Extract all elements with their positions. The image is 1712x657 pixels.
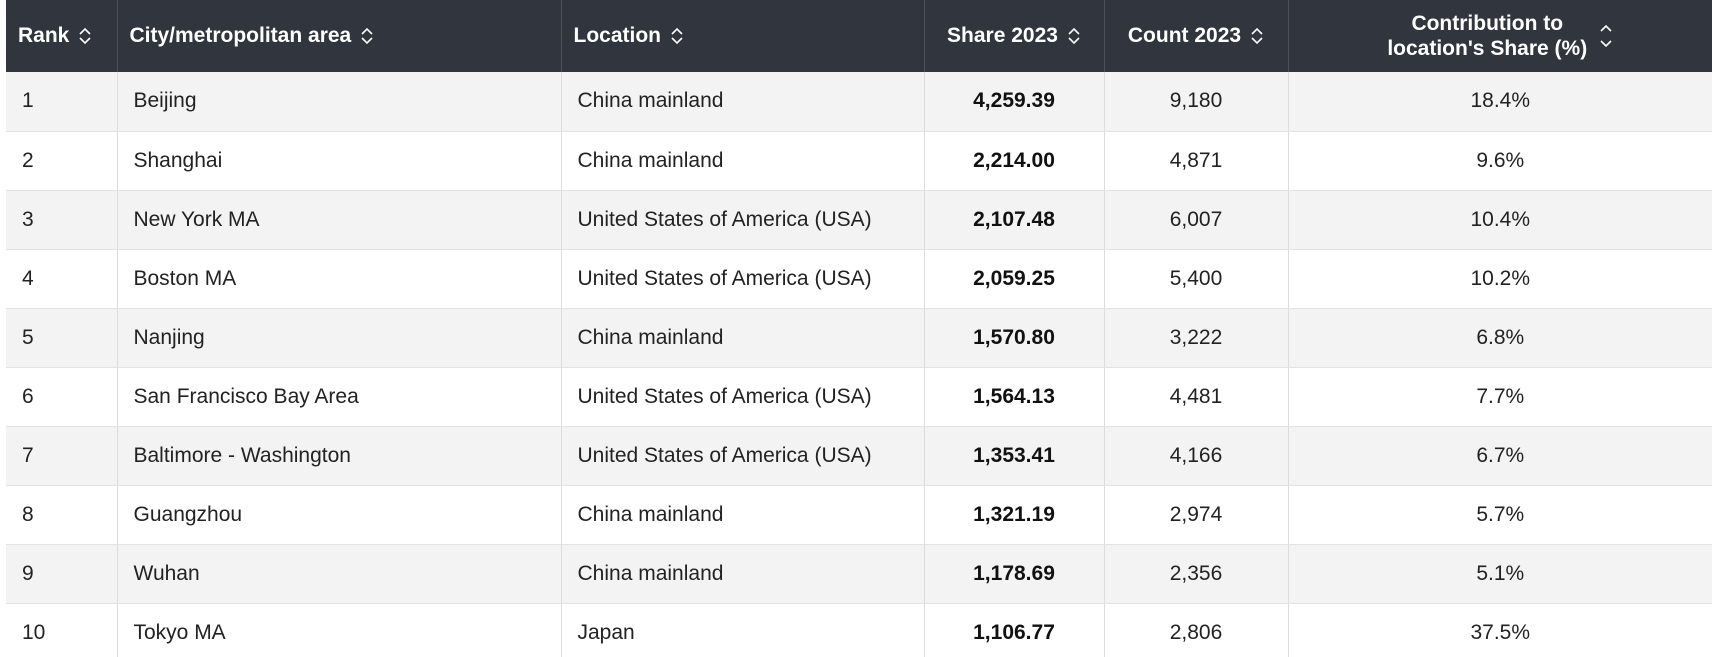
header-rank[interactable]: Rank [6, 0, 118, 72]
cell-count: 4,481 [1104, 367, 1289, 427]
cell-contribution: 10.2% [1288, 249, 1712, 309]
cell-contribution: 6.8% [1288, 308, 1712, 368]
cell-share: 4,259.39 [924, 72, 1105, 132]
cell-contribution: 7.7% [1288, 367, 1712, 427]
cell-city: Boston MA [117, 249, 562, 309]
sort-up-down-split-icon[interactable] [1599, 24, 1613, 48]
table-row: 5 Nanjing China mainland 1,570.80 3,222 … [6, 308, 1712, 368]
header-city-label: City/metropolitan area [129, 24, 352, 47]
table-body: 1 Beijing China mainland 4,259.39 9,180 … [6, 72, 1712, 657]
cell-count: 4,871 [1104, 131, 1289, 191]
cell-location: United States of America (USA) [561, 426, 925, 486]
sort-up-down-icon[interactable] [360, 27, 374, 45]
cell-location: United States of America (USA) [561, 190, 925, 250]
cell-contribution: 5.7% [1288, 485, 1712, 545]
table-header: Rank City/metropolitan area Location Sha… [6, 0, 1712, 72]
header-contribution[interactable]: Contribution to location's Share (%) [1288, 0, 1712, 72]
cell-city: Tokyo MA [117, 603, 562, 657]
header-share-label: Share 2023 [947, 24, 1058, 47]
cell-share: 2,214.00 [924, 131, 1105, 191]
header-city[interactable]: City/metropolitan area [117, 0, 562, 72]
header-location[interactable]: Location [561, 0, 925, 72]
sort-ascending-icon[interactable] [1599, 24, 1613, 33]
cell-rank: 8 [6, 485, 118, 545]
cell-count: 6,007 [1104, 190, 1289, 250]
cell-location: China mainland [561, 131, 925, 191]
table-row: 2 Shanghai China mainland 2,214.00 4,871… [6, 131, 1712, 191]
cell-location: China mainland [561, 72, 925, 132]
sort-up-down-icon[interactable] [670, 27, 684, 45]
header-location-label: Location [573, 24, 662, 47]
cell-rank: 3 [6, 190, 118, 250]
cell-count: 2,974 [1104, 485, 1289, 545]
cell-contribution: 18.4% [1288, 72, 1712, 132]
cell-rank: 4 [6, 249, 118, 309]
cell-rank: 2 [6, 131, 118, 191]
header-count[interactable]: Count 2023 [1104, 0, 1289, 72]
cell-share: 2,107.48 [924, 190, 1105, 250]
header-rank-label: Rank [18, 24, 70, 47]
cell-contribution: 10.4% [1288, 190, 1712, 250]
cell-contribution: 37.5% [1288, 603, 1712, 657]
cell-location: China mainland [561, 485, 925, 545]
cell-location: United States of America (USA) [561, 249, 925, 309]
cell-share: 1,570.80 [924, 308, 1105, 368]
cell-contribution: 9.6% [1288, 131, 1712, 191]
cell-location: China mainland [561, 544, 925, 604]
cell-city: New York MA [117, 190, 562, 250]
cell-city: Guangzhou [117, 485, 562, 545]
cell-location: United States of America (USA) [561, 367, 925, 427]
cell-contribution: 5.1% [1288, 544, 1712, 604]
cell-location: China mainland [561, 308, 925, 368]
cell-contribution: 6.7% [1288, 426, 1712, 486]
cell-rank: 5 [6, 308, 118, 368]
cell-count: 9,180 [1104, 72, 1289, 132]
cell-rank: 10 [6, 603, 118, 657]
cell-share: 1,106.77 [924, 603, 1105, 657]
cell-count: 4,166 [1104, 426, 1289, 486]
header-row: Rank City/metropolitan area Location Sha… [6, 0, 1712, 72]
header-contribution-line2: location's Share (%) [1387, 37, 1588, 60]
cell-city: Shanghai [117, 131, 562, 191]
cell-share: 1,564.13 [924, 367, 1105, 427]
cell-city: Wuhan [117, 544, 562, 604]
cell-count: 3,222 [1104, 308, 1289, 368]
cell-rank: 7 [6, 426, 118, 486]
cell-share: 1,321.19 [924, 485, 1105, 545]
table-row: 7 Baltimore - Washington United States o… [6, 426, 1712, 486]
sort-up-down-icon[interactable] [1067, 27, 1081, 45]
cell-city: San Francisco Bay Area [117, 367, 562, 427]
cell-rank: 9 [6, 544, 118, 604]
sort-up-down-icon[interactable] [1250, 27, 1264, 45]
table-row: 9 Wuhan China mainland 1,178.69 2,356 5.… [6, 544, 1712, 604]
cell-count: 2,806 [1104, 603, 1289, 657]
cell-rank: 1 [6, 72, 118, 132]
header-count-label: Count 2023 [1127, 24, 1242, 47]
cell-count: 2,356 [1104, 544, 1289, 604]
sort-up-down-icon[interactable] [78, 27, 92, 45]
cell-city: Nanjing [117, 308, 562, 368]
header-contribution-label: Contribution to location's Share (%) [1387, 11, 1587, 61]
table-row: 4 Boston MA United States of America (US… [6, 249, 1712, 309]
table-row: 6 San Francisco Bay Area United States o… [6, 367, 1712, 427]
rankings-table: Rank City/metropolitan area Location Sha… [6, 0, 1712, 657]
cell-share: 2,059.25 [924, 249, 1105, 309]
header-contribution-line1: Contribution to [1411, 12, 1564, 35]
cell-city: Beijing [117, 72, 562, 132]
table-row: 8 Guangzhou China mainland 1,321.19 2,97… [6, 485, 1712, 545]
table-row: 10 Tokyo MA Japan 1,106.77 2,806 37.5% [6, 603, 1712, 657]
cell-share: 1,178.69 [924, 544, 1105, 604]
rankings-table-container: Rank City/metropolitan area Location Sha… [0, 0, 1712, 657]
header-share[interactable]: Share 2023 [924, 0, 1105, 72]
cell-share: 1,353.41 [924, 426, 1105, 486]
cell-rank: 6 [6, 367, 118, 427]
cell-count: 5,400 [1104, 249, 1289, 309]
cell-city: Baltimore - Washington [117, 426, 562, 486]
table-row: 3 New York MA United States of America (… [6, 190, 1712, 250]
sort-descending-icon[interactable] [1599, 39, 1613, 48]
table-row: 1 Beijing China mainland 4,259.39 9,180 … [6, 72, 1712, 132]
cell-location: Japan [561, 603, 925, 657]
